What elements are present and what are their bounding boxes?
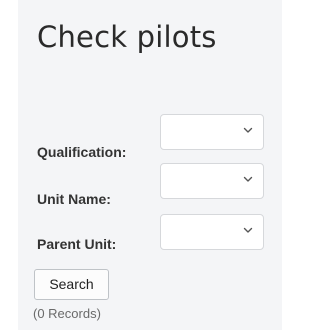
record-count: (0 Records) xyxy=(33,306,101,321)
unit-name-label: Unit Name: xyxy=(37,191,111,207)
parent-unit-label: Parent Unit: xyxy=(37,236,117,252)
page-title: Check pilots xyxy=(37,20,217,54)
unit-name-select[interactable] xyxy=(160,163,264,199)
search-button[interactable]: Search xyxy=(34,269,109,300)
chevron-down-icon xyxy=(243,176,253,182)
chevron-down-icon xyxy=(243,227,253,233)
parent-unit-select[interactable] xyxy=(160,214,264,250)
chevron-down-icon xyxy=(243,127,253,133)
qualification-select[interactable] xyxy=(160,114,264,150)
qualification-label: Qualification: xyxy=(37,144,127,160)
